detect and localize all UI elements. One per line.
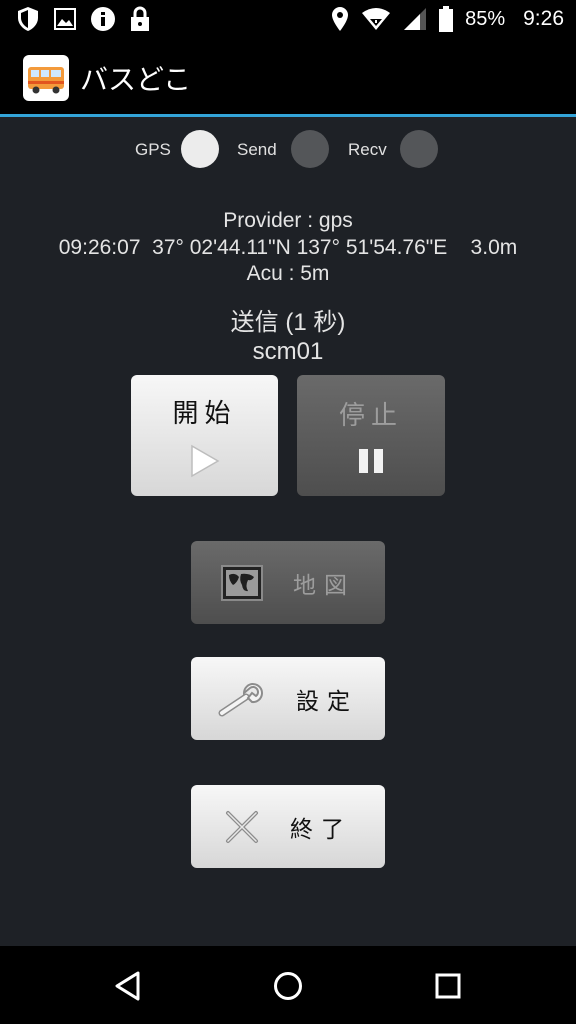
info-icon	[91, 7, 115, 31]
lock-icon	[131, 6, 149, 31]
battery-percent: 85%	[465, 7, 506, 30]
send-indicator	[291, 130, 329, 168]
recv-label: Recv	[348, 140, 387, 159]
home-icon[interactable]	[272, 970, 304, 1002]
map-button[interactable]: 地図	[191, 541, 385, 624]
gps-label: GPS	[135, 140, 171, 159]
start-label: 開始	[172, 399, 237, 429]
wrench-icon	[218, 682, 263, 716]
send-status-text: 送信 (1 秒)	[230, 309, 346, 336]
recv-indicator	[400, 130, 438, 168]
send-label: Send	[237, 140, 277, 159]
pause-icon	[359, 449, 383, 473]
image-icon	[54, 8, 76, 30]
navigation-bar	[0, 946, 576, 1024]
provider-text: Provider : gps	[223, 209, 353, 232]
map-label: 地図	[293, 572, 355, 599]
exit-label: 終了	[290, 816, 352, 843]
play-icon	[190, 444, 220, 478]
accuracy-text: Acu : 5m	[246, 262, 330, 285]
action-bar: バスどこ	[0, 40, 576, 117]
status-indicators: GPS Send Recv	[0, 130, 576, 170]
back-icon[interactable]	[112, 970, 144, 1002]
wifi-icon	[362, 8, 391, 30]
bus-icon	[23, 55, 69, 101]
app-title: バスどこ	[80, 63, 192, 96]
close-icon	[226, 810, 258, 843]
signal-icon	[404, 8, 427, 30]
stop-button[interactable]: 停止	[297, 375, 445, 496]
gps-indicator	[181, 130, 219, 168]
battery-icon	[439, 6, 454, 32]
shield-icon	[18, 7, 38, 31]
stop-label: 停止	[338, 401, 403, 431]
map-icon	[221, 564, 263, 601]
clock: 9:26	[523, 7, 564, 30]
coordinates-text: 09:26:07 37° 02'44.11"N 137° 51'54.76"E …	[58, 236, 518, 259]
settings-label: 設定	[296, 688, 358, 715]
user-id-text: scm01	[252, 338, 324, 365]
location-icon	[332, 7, 349, 31]
exit-button[interactable]: 終了	[191, 785, 385, 868]
start-button[interactable]: 開始	[131, 375, 278, 496]
recents-icon[interactable]	[432, 970, 464, 1002]
status-bar: 85% 9:26	[0, 0, 576, 40]
settings-button[interactable]: 設定	[191, 657, 385, 740]
